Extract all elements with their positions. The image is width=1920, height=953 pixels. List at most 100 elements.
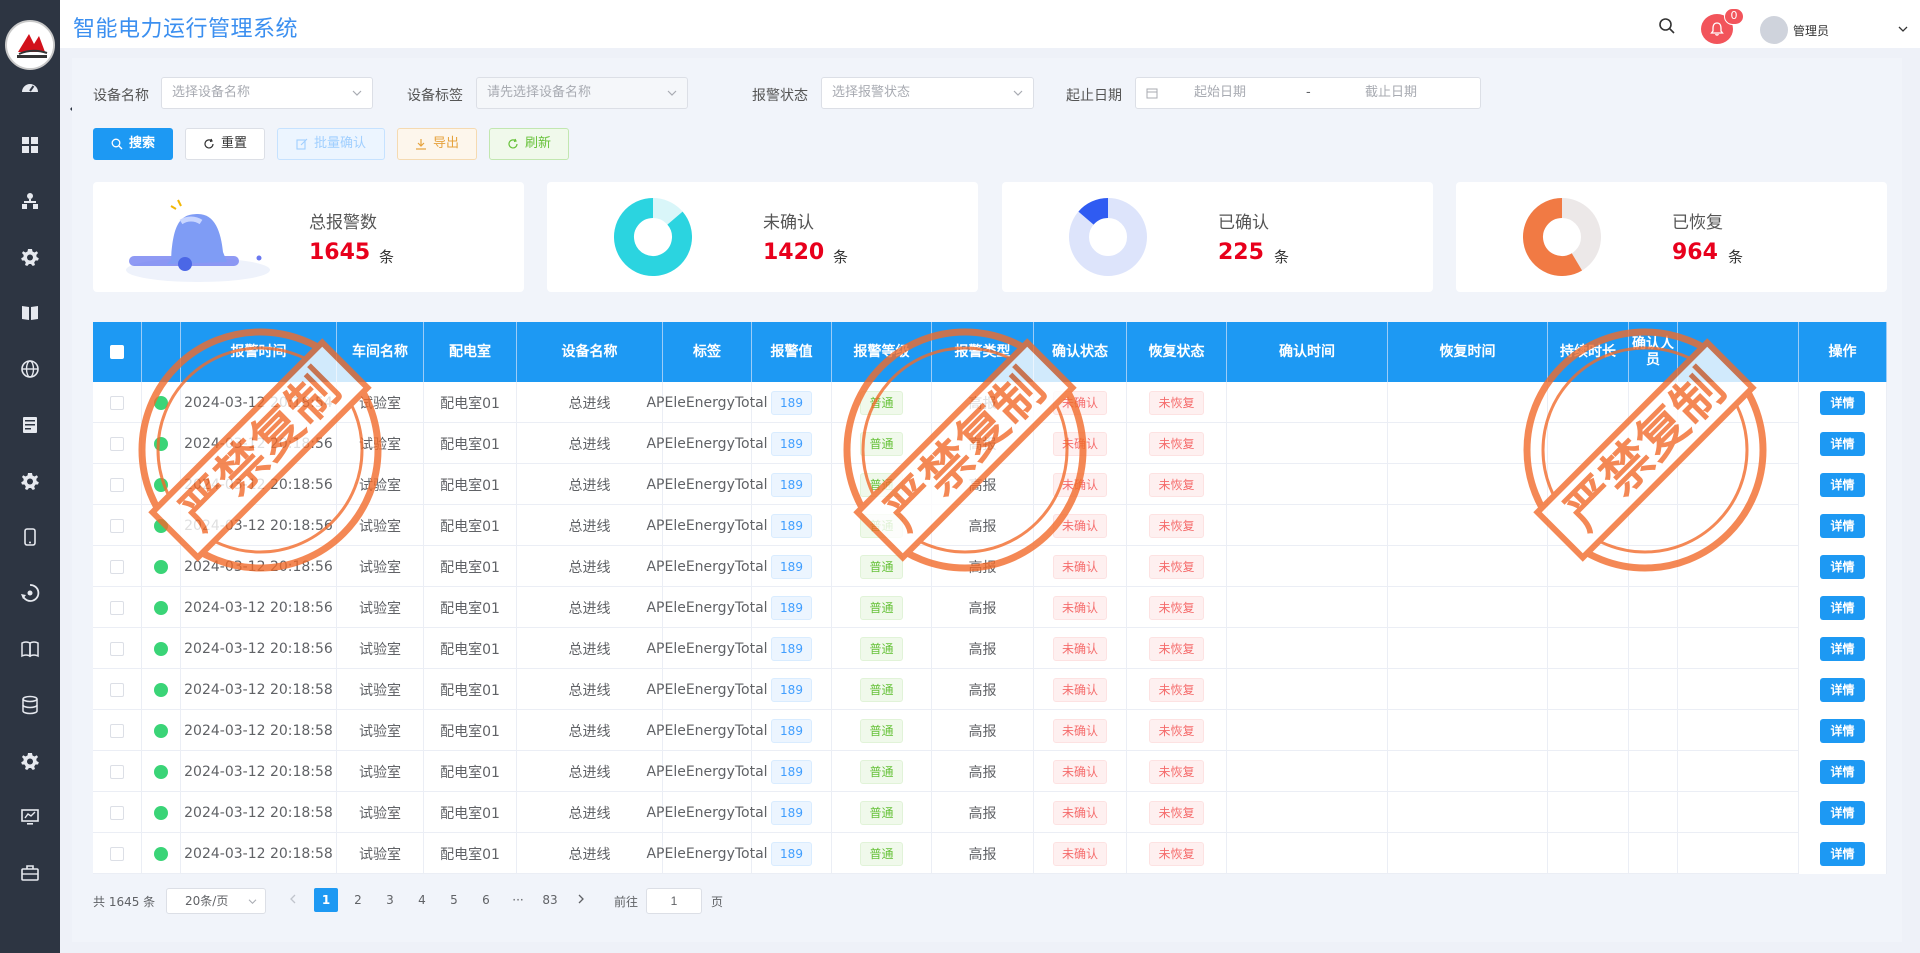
search-button[interactable]: 搜索 [93,128,173,160]
sidebar-item-gear[interactable] [0,741,60,781]
sidebar-item-briefcase[interactable] [0,853,60,893]
table-row[interactable]: 2024-03-12 20:18:54 试验室 配电室01 总进线 APEleEnerg… [93,382,1887,423]
cell-type: 高报 [932,587,1034,628]
page-number[interactable]: 1 [314,888,338,912]
sidebar-item-org[interactable] [0,181,60,221]
cell-level: 普通 [832,792,932,833]
reset-button[interactable]: 重置 [185,128,265,160]
cell-device: 总进线 [517,587,663,628]
sidebar-item-server[interactable] [0,405,60,445]
table-row[interactable]: 2024-03-12 20:18:56 试验室 配电室01 总进线 APEleEnerg… [93,423,1887,464]
page-number[interactable]: 4 [410,888,434,912]
cell-device: 总进线 [517,751,663,792]
row-checkbox[interactable] [110,600,124,615]
server-icon [23,417,37,433]
page-ellipsis[interactable]: ··· [506,888,530,912]
recover-status-tag: 未恢复 [1149,595,1204,620]
page-number[interactable]: 2 [346,888,370,912]
row-checkbox[interactable] [110,805,124,820]
page-number[interactable]: 83 [538,888,562,912]
chevron-down-icon[interactable] [1898,24,1908,34]
detail-button[interactable]: 详情 [1820,759,1865,784]
export-button[interactable]: 导出 [397,128,477,160]
search-icon[interactable] [1658,17,1676,35]
sidebar-item-mobile[interactable] [0,517,60,557]
prev-page-button[interactable] [281,888,305,912]
device-tag-select[interactable]: 请先选择设备名称 [476,77,688,109]
detail-button[interactable]: 详情 [1820,431,1865,456]
sidebar-item-globe[interactable] [0,349,60,389]
refresh-button[interactable]: 刷新 [489,128,569,160]
sidebar-item-dashboard[interactable] [0,68,60,108]
page-number[interactable]: 6 [474,888,498,912]
row-checkbox[interactable] [110,477,124,492]
sidebar-item-book[interactable] [0,293,60,333]
sidebar-item-recycle[interactable] [0,573,60,613]
page-size-select[interactable]: 20条/页 [166,888,266,914]
row-checkbox[interactable] [110,723,124,738]
sidebar-item-database[interactable] [0,685,60,725]
table-row[interactable]: 2024-03-12 20:18:58 试验室 配电室01 总进线 APEleEnerg… [93,710,1887,751]
table-row[interactable]: 2024-03-12 20:18:56 试验室 配电室01 总进线 APEleEnerg… [93,505,1887,546]
alarm-table: 报警时间 车间名称 配电室 设备名称 标签 报警值 报警等级 报警类型 确认状态 恢复状态 确认时间… [93,322,1887,874]
page-number[interactable]: 5 [442,888,466,912]
edit-icon [296,138,308,150]
batch-confirm-button[interactable]: 批量确认 [277,128,385,160]
avatar[interactable] [1760,16,1788,44]
cell-empty [1629,382,1678,423]
date-range-picker[interactable]: 起始日期 - 截止日期 [1135,77,1481,109]
detail-button[interactable]: 详情 [1820,595,1865,620]
select-all-checkbox[interactable] [110,345,124,359]
detail-button[interactable]: 详情 [1820,390,1865,415]
row-checkbox[interactable] [110,682,124,697]
cell-empty [1227,382,1388,423]
app-title: 智能电力运行管理系统 [73,17,299,42]
detail-button[interactable]: 详情 [1820,841,1865,866]
cell-recover: 未恢复 [1127,833,1227,874]
detail-button[interactable]: 详情 [1820,800,1865,825]
table-row[interactable]: 2024-03-12 20:18:58 试验室 配电室01 总进线 APEleEnerg… [93,751,1887,792]
row-checkbox[interactable] [110,395,124,410]
cell-workshop: 试验室 [337,669,424,710]
detail-button[interactable]: 详情 [1820,718,1865,743]
cell-empty [1548,423,1629,464]
table-row[interactable]: 2024-03-12 20:18:56 试验室 配电室01 总进线 APEleEnerg… [93,464,1887,505]
cell-level: 普通 [832,505,932,546]
goto-page-input[interactable] [646,888,702,914]
table-row[interactable]: 2024-03-12 20:18:56 试验室 配电室01 总进线 APEleEnerg… [93,587,1887,628]
row-checkbox[interactable] [110,764,124,779]
device-name-select[interactable]: 选择设备名称 [161,77,373,109]
row-checkbox[interactable] [110,846,124,861]
mobile-icon [24,528,36,546]
sidebar-item-grid[interactable] [0,125,60,165]
page-number[interactable]: 3 [378,888,402,912]
row-checkbox[interactable] [110,559,124,574]
table-row[interactable]: 2024-03-12 20:18:56 试验室 配电室01 总进线 APEleEnerg… [93,628,1887,669]
table-row[interactable]: 2024-03-12 20:18:58 试验室 配电室01 总进线 APEleEnerg… [93,669,1887,710]
detail-button[interactable]: 详情 [1820,513,1865,538]
detail-button[interactable]: 详情 [1820,554,1865,579]
sidebar-item-gear[interactable] [0,461,60,501]
row-checkbox[interactable] [110,436,124,451]
detail-button[interactable]: 详情 [1820,472,1865,497]
detail-button[interactable]: 详情 [1820,636,1865,661]
alarm-status-select[interactable]: 选择报警状态 [821,77,1034,109]
table-row[interactable]: 2024-03-12 20:18:56 试验室 配电室01 总进线 APEleEnerg… [93,546,1887,587]
column-header: 持续时长 [1548,322,1629,382]
row-checkbox[interactable] [110,641,124,656]
sidebar-item-monitor[interactable] [0,797,60,837]
sidebar-item-book-open[interactable] [0,629,60,669]
cell-confirm: 未确认 [1034,833,1127,874]
confirm-status-tag: 未确认 [1052,472,1107,497]
cell-action: 详情 [1798,546,1887,587]
next-page-button[interactable] [569,888,593,912]
detail-button[interactable]: 详情 [1820,677,1865,702]
table-row[interactable]: 2024-03-12 20:18:58 试验室 配电室01 总进线 APEleEnerg… [93,792,1887,833]
user-name[interactable]: 管理员 [1793,22,1829,39]
cell-tag: APEleEnergyTotal [646,505,768,546]
cell-action: 详情 [1798,423,1887,464]
row-checkbox[interactable] [110,518,124,533]
table-row[interactable]: 2024-03-12 20:18:58 试验室 配电室01 总进线 APEleEnerg… [93,833,1887,874]
sidebar-item-gear[interactable] [0,237,60,277]
cell-tag: APEleEnergyTotal [646,546,768,587]
